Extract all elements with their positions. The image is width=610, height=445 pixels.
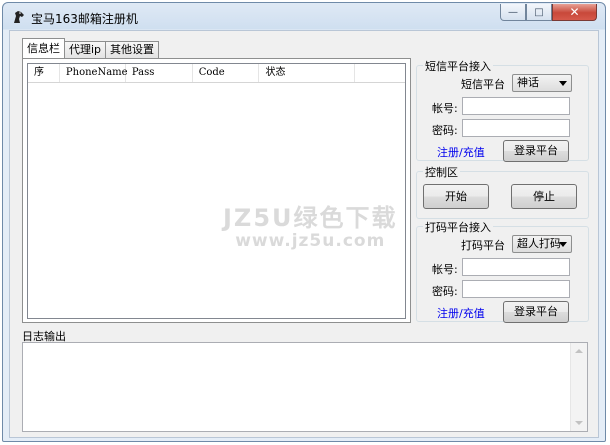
client-area: 信息栏 代理ip 其他设置 序 PhoneName Pass Code 状态 短…: [9, 30, 599, 438]
column-header-index[interactable]: 序: [28, 64, 60, 82]
tab-strip: 信息栏 代理ip 其他设置: [22, 38, 160, 58]
scroll-down-icon[interactable]: [575, 421, 583, 425]
minimize-button[interactable]: —: [500, 4, 526, 21]
sms-platform-value: 神话: [517, 76, 539, 89]
account-list[interactable]: 序 PhoneName Pass Code 状态: [27, 63, 406, 319]
list-header: 序 PhoneName Pass Code 状态: [28, 64, 405, 83]
sms-login-button[interactable]: 登录平台: [503, 140, 569, 162]
stop-button[interactable]: 停止: [511, 184, 577, 209]
control-group-title: 控制区: [423, 164, 460, 180]
column-header-code[interactable]: Code: [193, 64, 260, 82]
close-icon: ✕: [569, 5, 580, 19]
captcha-platform-label: 打码平台: [461, 239, 505, 252]
captcha-account-input[interactable]: [462, 258, 570, 276]
column-header-pass[interactable]: Pass: [126, 64, 193, 82]
captcha-password-input[interactable]: [462, 280, 570, 298]
tab-info[interactable]: 信息栏: [22, 38, 65, 58]
captcha-platform-group: 打码平台接入 打码平台 超人打码 帐号: 密码: 注册/充值 登录平台: [416, 219, 589, 323]
sms-account-label: 帐号:: [432, 102, 458, 115]
sms-password-label: 密码:: [432, 124, 458, 137]
captcha-platform-value: 超人打码: [517, 237, 561, 250]
maximize-icon: □: [534, 6, 544, 18]
column-header-status[interactable]: 状态: [259, 64, 356, 82]
chevron-down-icon: [559, 81, 567, 86]
log-scrollbar[interactable]: [570, 343, 587, 431]
chevron-down-icon: [559, 242, 567, 247]
window-title: 宝马163邮箱注册机: [31, 12, 138, 26]
log-output-textarea[interactable]: [22, 342, 588, 432]
close-button[interactable]: ✕: [552, 4, 597, 21]
tab-other-settings[interactable]: 其他设置: [105, 41, 160, 58]
sms-group-title: 短信平台接入: [423, 58, 493, 74]
sms-platform-select[interactable]: 神话: [512, 74, 572, 92]
captcha-password-label: 密码:: [432, 285, 458, 298]
sms-platform-label: 短信平台: [461, 78, 505, 91]
maximize-button[interactable]: □: [526, 4, 552, 21]
column-header-filler: [355, 64, 405, 82]
captcha-login-button[interactable]: 登录平台: [503, 301, 569, 323]
captcha-account-label: 帐号:: [432, 263, 458, 276]
column-header-phonename[interactable]: PhoneName: [60, 64, 128, 82]
sms-register-link[interactable]: 注册/充值: [437, 144, 485, 160]
captcha-register-link[interactable]: 注册/充值: [437, 305, 485, 321]
log-section: 日志输出: [22, 328, 588, 432]
sms-password-input[interactable]: [462, 119, 570, 137]
tab-proxy-ip[interactable]: 代理ip: [64, 41, 107, 58]
title-bar[interactable]: 宝马163邮箱注册机 — □ ✕: [3, 3, 605, 29]
app-horse-icon: [14, 11, 24, 23]
sms-account-input[interactable]: [462, 97, 570, 115]
sms-platform-group: 短信平台接入 短信平台 神话 帐号: 密码: 注册/充值 登录平台: [416, 58, 589, 162]
scroll-up-icon[interactable]: [575, 349, 583, 353]
captcha-platform-select[interactable]: 超人打码: [512, 235, 572, 253]
start-button[interactable]: 开始: [423, 184, 489, 209]
control-group: 控制区 开始 停止: [416, 164, 589, 219]
captcha-group-title: 打码平台接入: [423, 219, 493, 235]
minimize-icon: —: [508, 6, 518, 18]
window-controls: — □ ✕: [500, 4, 597, 22]
tab-panel-info: 序 PhoneName Pass Code 状态: [22, 58, 411, 323]
app-window: 宝马163邮箱注册机 — □ ✕ 信息栏 代理ip 其他设置 序 PhoneNa…: [2, 2, 606, 442]
